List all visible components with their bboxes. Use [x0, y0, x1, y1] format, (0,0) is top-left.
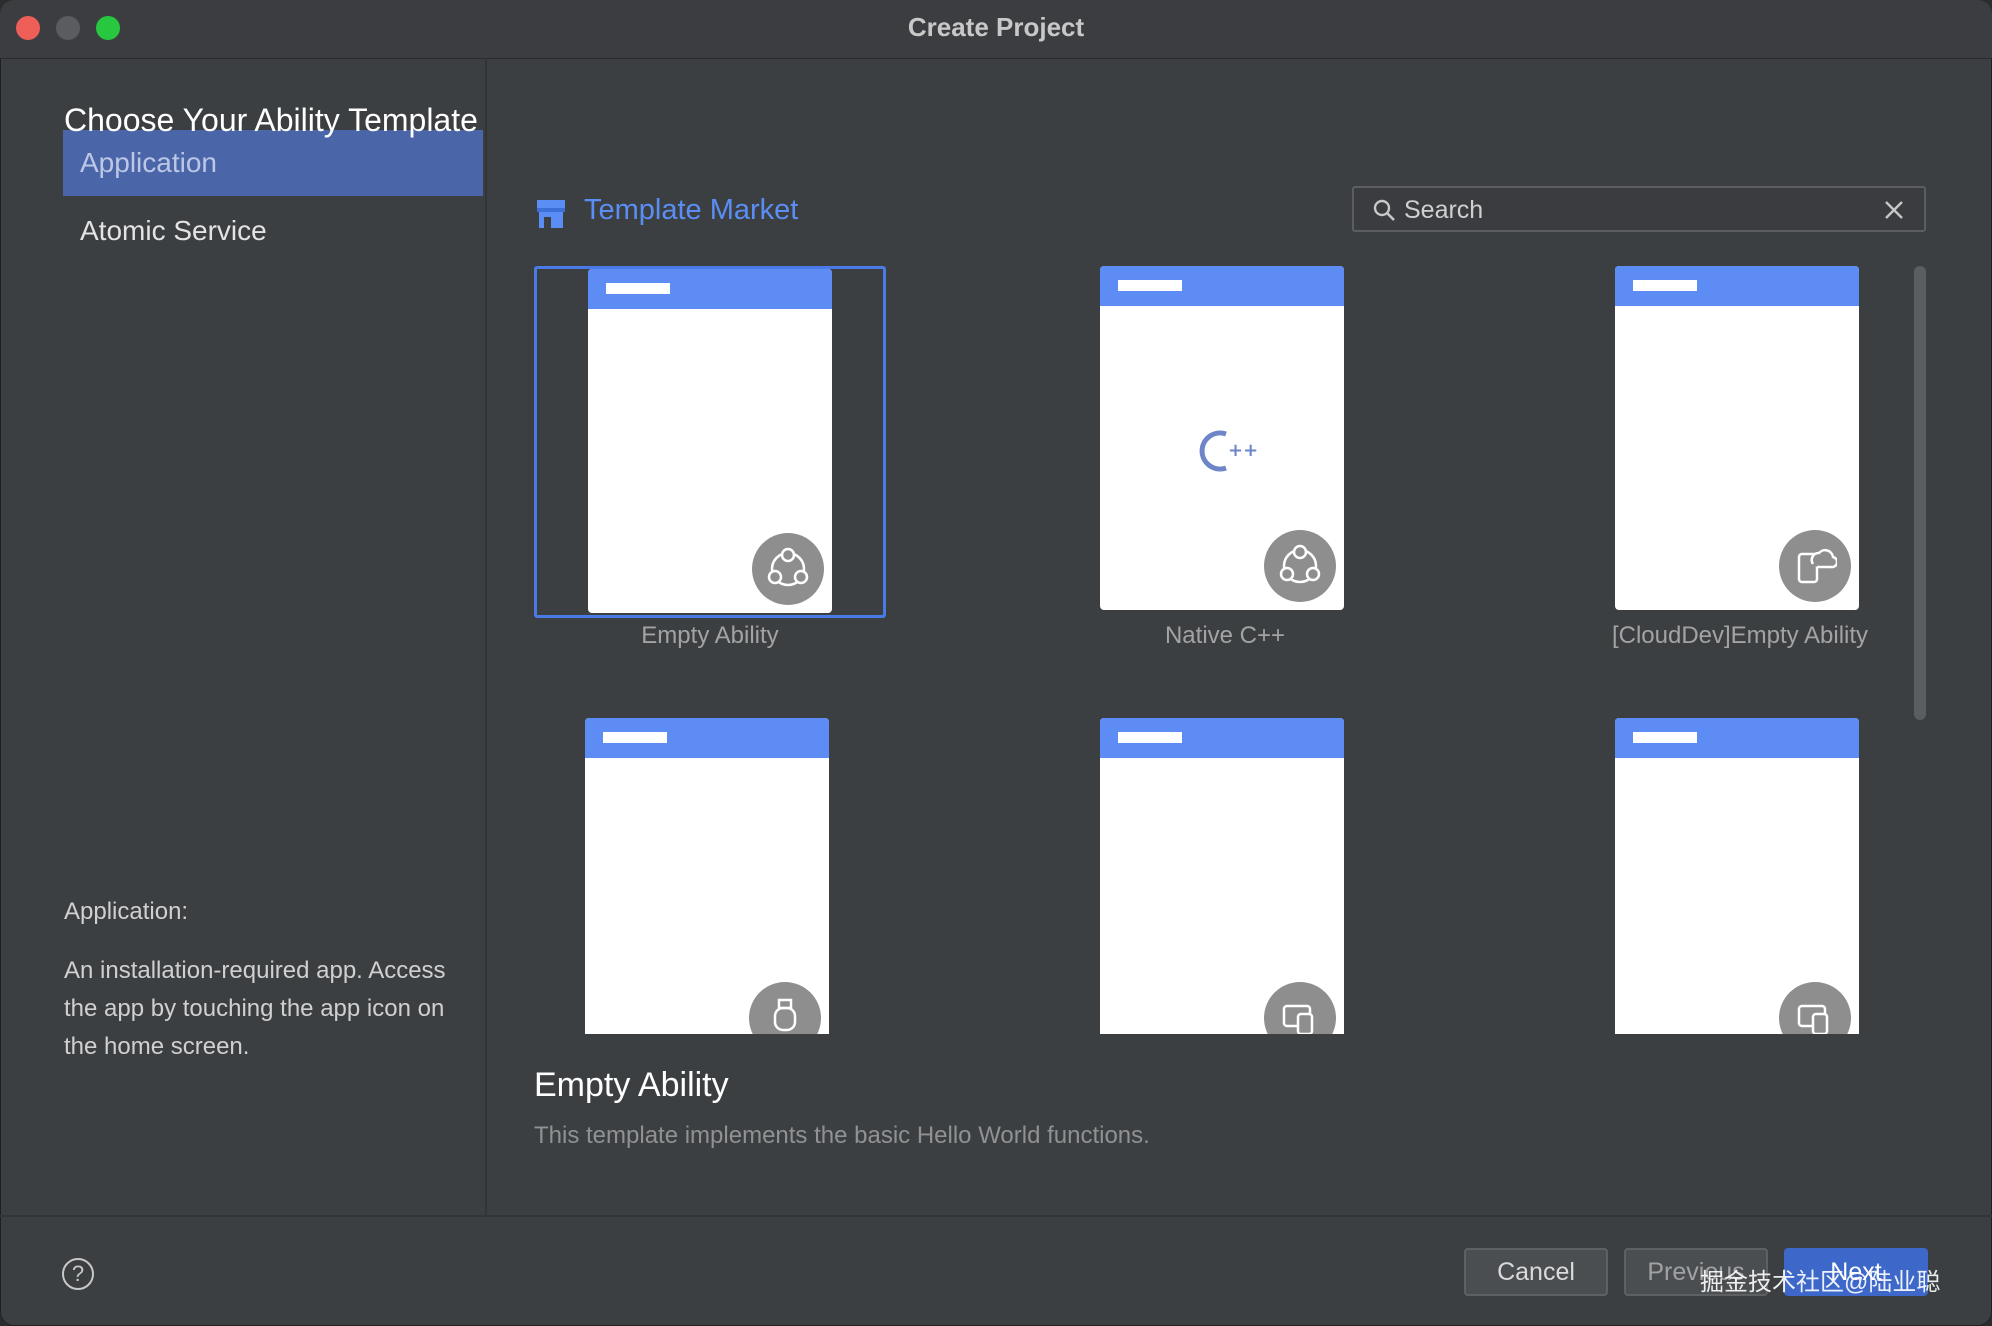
template-preview: ++ [1100, 266, 1344, 610]
cloud-device-icon [1779, 530, 1851, 602]
template-card-multi-device-2[interactable] [1564, 718, 1914, 1034]
watch-icon [749, 982, 821, 1034]
description-body: An installation-required app. Access the… [64, 957, 446, 1060]
footer-divider [0, 1215, 1992, 1217]
template-card-watch[interactable] [534, 718, 886, 1034]
description-title: Application: [64, 898, 189, 925]
template-grid: Empty Ability ++ Native C++ [CloudDev]Em… [534, 262, 1914, 1034]
nodes-icon [1264, 530, 1336, 602]
svg-text:++: ++ [1228, 440, 1258, 461]
template-card-multi-device[interactable] [1049, 718, 1401, 1034]
search-icon [1373, 199, 1395, 221]
multi-device-icon [1264, 982, 1336, 1034]
template-card-clouddev-empty-ability[interactable] [1564, 266, 1914, 618]
template-preview [1615, 266, 1859, 610]
page-title: Choose Your Ability Template [64, 102, 478, 138]
template-preview [588, 269, 832, 613]
template-label: [CloudDev]Empty Ability [1611, 622, 1869, 649]
template-card-native-cpp[interactable]: ++ [1049, 266, 1401, 618]
watermark-text: 掘金技术社区@陆业聪 [1700, 1269, 1941, 1296]
cpp-logo-icon: ++ [1199, 430, 1258, 472]
clear-search-icon[interactable] [1882, 198, 1906, 222]
selected-template-title: Empty Ability [534, 1066, 729, 1104]
store-icon [537, 200, 565, 228]
template-market-link[interactable]: Template Market [584, 194, 798, 227]
sidebar-item-atomic-service[interactable]: Atomic Service [63, 198, 483, 264]
help-icon[interactable]: ? [62, 1258, 94, 1290]
selected-template-description: This template implements the basic Hello… [534, 1122, 1150, 1149]
template-card-empty-ability[interactable] [534, 266, 886, 618]
cancel-button[interactable]: Cancel [1464, 1248, 1608, 1296]
sidebar-item-application[interactable]: Application [63, 130, 483, 196]
template-preview [585, 718, 829, 1034]
window-title: Create Project [907, 12, 1085, 42]
nodes-icon [752, 533, 824, 605]
multi-device-icon [1779, 982, 1851, 1034]
template-preview [1100, 718, 1344, 1034]
sidebar: Application Atomic Service Application: … [0, 58, 487, 1216]
search-box [1352, 186, 1926, 232]
search-input[interactable] [1402, 194, 1866, 226]
create-project-window: Create Project Application Atomic Servic… [0, 0, 1992, 1326]
template-label: Native C++ [1164, 622, 1286, 649]
template-label: Empty Ability [641, 622, 779, 649]
title-bar: Create Project [0, 0, 1992, 59]
template-preview [1615, 718, 1859, 1034]
template-grid-scrollbar[interactable] [1914, 266, 1926, 720]
